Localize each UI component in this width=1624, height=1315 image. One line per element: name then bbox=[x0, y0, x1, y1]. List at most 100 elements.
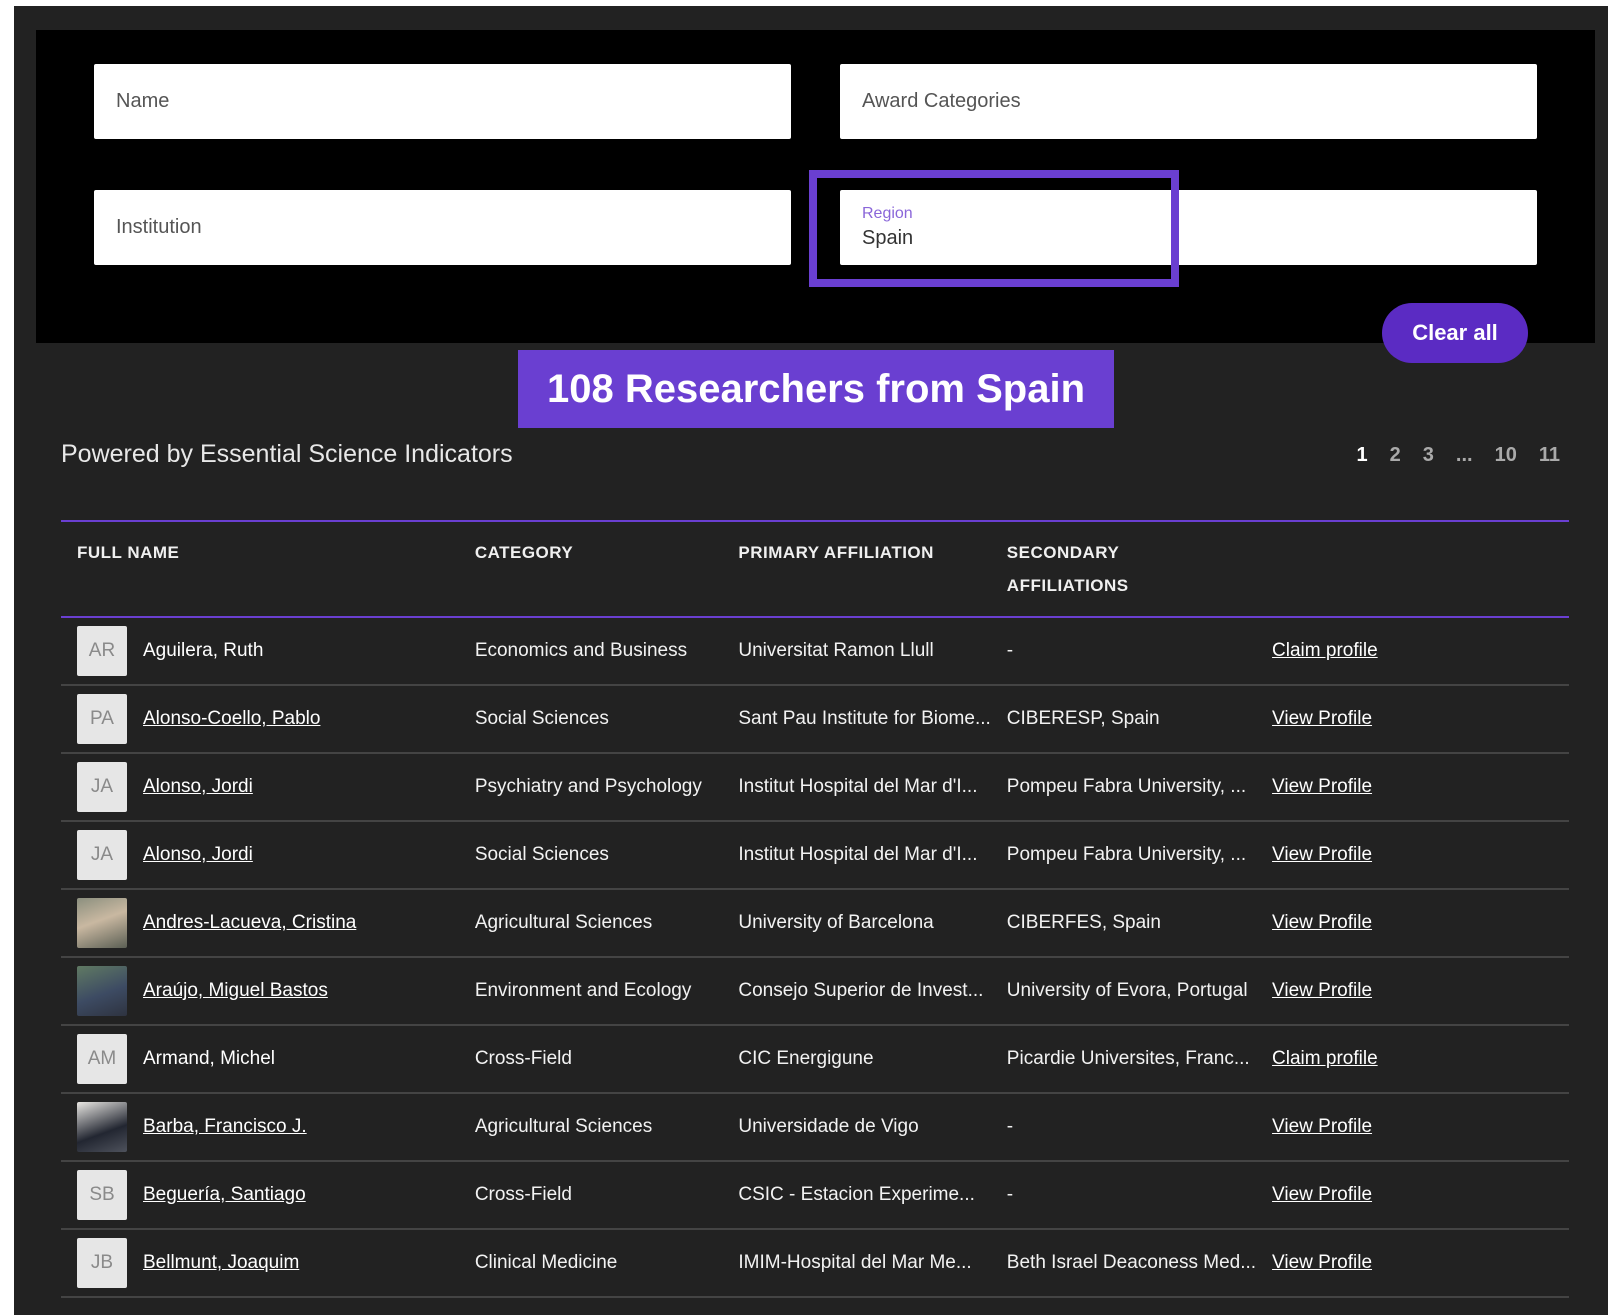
avatar-photo bbox=[77, 966, 127, 1016]
view-profile-link[interactable]: View Profile bbox=[1272, 980, 1372, 1001]
region-value: Spain bbox=[862, 227, 914, 249]
table-row: JB Bellmunt, Joaquim Clinical Medicine IMIM… bbox=[61, 1229, 1569, 1298]
cell-action: View Profile bbox=[1256, 1229, 1569, 1298]
cell-full-name: JA Alonso, Jordi bbox=[61, 821, 459, 890]
cell-primary-affiliation: Universitat Ramon Llull bbox=[722, 617, 991, 686]
researcher-name: Armand, Michel bbox=[143, 1048, 275, 1069]
table-row: PA Alonso-Coello, Pablo Social Sciences San… bbox=[61, 685, 1569, 754]
cell-primary-affiliation: Institut Hospital del Mar d'I... bbox=[722, 753, 991, 822]
avatar-initials: PA bbox=[77, 694, 127, 744]
view-profile-link[interactable]: View Profile bbox=[1272, 912, 1372, 933]
avatar-photo bbox=[77, 898, 127, 948]
cell-action: Claim profile bbox=[1256, 1025, 1569, 1094]
cell-full-name: Andres-Lacueva, Cristina bbox=[61, 889, 459, 958]
view-profile-link[interactable]: View Profile bbox=[1272, 776, 1372, 797]
cell-full-name: SB Beguería, Santiago bbox=[61, 1161, 459, 1230]
cell-action: View Profile bbox=[1256, 685, 1569, 754]
cell-primary-affiliation: Consejo Superior de Invest... bbox=[722, 957, 991, 1026]
researcher-name[interactable]: Alonso, Jordi bbox=[143, 776, 253, 798]
cell-category: Psychiatry and Psychology bbox=[458, 753, 723, 822]
table-header-row: FULL NAME CATEGORY PRIMARY AFFILIATION S… bbox=[61, 521, 1569, 617]
institution-placeholder: Institution bbox=[116, 216, 202, 238]
cell-action: View Profile bbox=[1256, 957, 1569, 1026]
cell-primary-affiliation: CSIC - Estacion Experime... bbox=[722, 1161, 991, 1230]
table-row: AM Armand, Michel Cross-Field CIC Energigun… bbox=[61, 1025, 1569, 1094]
cell-secondary-affiliation: Pompeu Fabra University, ... bbox=[990, 753, 1257, 822]
header-category: CATEGORY bbox=[474, 543, 574, 562]
researcher-name[interactable]: Alonso, Jordi bbox=[143, 844, 253, 866]
cell-primary-affiliation: Universidade de Vigo bbox=[722, 1093, 991, 1162]
cell-full-name: Araújo, Miguel Bastos bbox=[61, 957, 459, 1026]
view-profile-link[interactable]: View Profile bbox=[1272, 844, 1372, 865]
award-categories-dropdown[interactable]: Award Categories bbox=[840, 64, 1537, 139]
view-profile-link[interactable]: View Profile bbox=[1272, 708, 1372, 729]
table-row: JA Alonso, Jordi Psychiatry and Psychology… bbox=[61, 753, 1569, 822]
researchers-table: FULL NAME CATEGORY PRIMARY AFFILIATION S… bbox=[61, 520, 1569, 1298]
cell-category: Cross-Field bbox=[458, 1025, 723, 1094]
claim-profile-link[interactable]: Claim profile bbox=[1272, 640, 1378, 661]
cell-full-name: AR Aguilera, Ruth bbox=[61, 617, 459, 686]
view-profile-link[interactable]: View Profile bbox=[1272, 1116, 1372, 1137]
avatar-initials: JA bbox=[77, 762, 127, 812]
cell-category: Economics and Business bbox=[458, 617, 723, 686]
table-row: Araújo, Miguel Bastos Environment and Eco… bbox=[61, 957, 1569, 1026]
name-cell-wrapper: PA Alonso-Coello, Pablo bbox=[77, 694, 459, 744]
page-1[interactable]: 1 bbox=[1357, 444, 1368, 467]
cell-action: View Profile bbox=[1256, 821, 1569, 890]
cell-secondary-affiliation: CIBERFES, Spain bbox=[990, 889, 1257, 958]
view-profile-link[interactable]: View Profile bbox=[1272, 1184, 1372, 1205]
cell-action: Claim profile bbox=[1256, 617, 1569, 686]
page-ellipsis: ... bbox=[1455, 444, 1473, 466]
avatar-photo bbox=[77, 1102, 127, 1152]
cell-action: View Profile bbox=[1256, 753, 1569, 822]
table-row: AR Aguilera, Ruth Economics and Business Un… bbox=[61, 617, 1569, 686]
region-dropdown[interactable]: Region Spain bbox=[840, 190, 1537, 265]
name-placeholder: Name bbox=[116, 90, 170, 112]
avatar-initials: JA bbox=[77, 830, 127, 880]
header-full-name: FULL NAME bbox=[77, 543, 180, 562]
cell-primary-affiliation: CIC Energigune bbox=[722, 1025, 991, 1094]
table-row: JA Alonso, Jordi Social Sciences Institut H… bbox=[61, 821, 1569, 890]
page-11[interactable]: 11 bbox=[1539, 444, 1560, 467]
view-profile-link[interactable]: View Profile bbox=[1272, 1252, 1372, 1273]
cell-full-name: PA Alonso-Coello, Pablo bbox=[61, 685, 459, 754]
avatar-initials: SB bbox=[77, 1170, 127, 1220]
researcher-name[interactable]: Andres-Lacueva, Cristina bbox=[143, 912, 356, 934]
page-3[interactable]: 3 bbox=[1423, 444, 1434, 467]
cell-secondary-affiliation: Pompeu Fabra University, ... bbox=[990, 821, 1257, 890]
pagination: 1 2 3 ... 10 11 bbox=[1357, 444, 1560, 467]
header-secondary-affiliations: SECONDARY AFFILIATIONS bbox=[991, 521, 1256, 617]
researcher-name[interactable]: Alonso-Coello, Pablo bbox=[143, 708, 320, 730]
clear-all-button[interactable]: Clear all bbox=[1382, 303, 1528, 363]
page-10[interactable]: 10 bbox=[1495, 444, 1517, 467]
cell-full-name: JA Alonso, Jordi bbox=[61, 753, 459, 822]
cell-category: Agricultural Sciences bbox=[458, 889, 723, 958]
claim-profile-link[interactable]: Claim profile bbox=[1272, 1048, 1378, 1069]
researcher-name[interactable]: Barba, Francisco J. bbox=[143, 1116, 307, 1138]
name-cell-wrapper: AM Armand, Michel bbox=[77, 1034, 459, 1084]
cell-category: Social Sciences bbox=[458, 821, 723, 890]
avatar-initials: JB bbox=[77, 1238, 127, 1288]
page-2[interactable]: 2 bbox=[1390, 444, 1401, 467]
avatar-initials: AR bbox=[77, 626, 127, 676]
region-label: Region bbox=[862, 205, 913, 222]
avatar-initials: AM bbox=[77, 1034, 127, 1084]
name-cell-wrapper: Araújo, Miguel Bastos bbox=[77, 966, 459, 1016]
institution-filter-input[interactable]: Institution bbox=[94, 190, 791, 265]
cell-category: Environment and Ecology bbox=[458, 957, 723, 1026]
researcher-name[interactable]: Beguería, Santiago bbox=[143, 1184, 306, 1206]
award-categories-placeholder: Award Categories bbox=[862, 90, 1021, 112]
name-filter-input[interactable]: Name bbox=[94, 64, 791, 139]
cell-primary-affiliation: Institut Hospital del Mar d'I... bbox=[722, 821, 991, 890]
cell-secondary-affiliation: - bbox=[990, 617, 1257, 686]
cell-action: View Profile bbox=[1256, 1161, 1569, 1230]
table-row: Barba, Francisco J. Agricultural Sciences… bbox=[61, 1093, 1569, 1162]
cell-secondary-affiliation: University of Evora, Portugal bbox=[990, 957, 1257, 1026]
name-cell-wrapper: SB Beguería, Santiago bbox=[77, 1170, 459, 1220]
researcher-name[interactable]: Araújo, Miguel Bastos bbox=[143, 980, 328, 1002]
cell-category: Agricultural Sciences bbox=[458, 1093, 723, 1162]
cell-secondary-affiliation: Picardie Universites, Franc... bbox=[990, 1025, 1257, 1094]
name-cell-wrapper: JA Alonso, Jordi bbox=[77, 762, 459, 812]
table-row: SB Beguería, Santiago Cross-Field CSIC - Es… bbox=[61, 1161, 1569, 1230]
researcher-name[interactable]: Bellmunt, Joaquim bbox=[143, 1252, 299, 1274]
